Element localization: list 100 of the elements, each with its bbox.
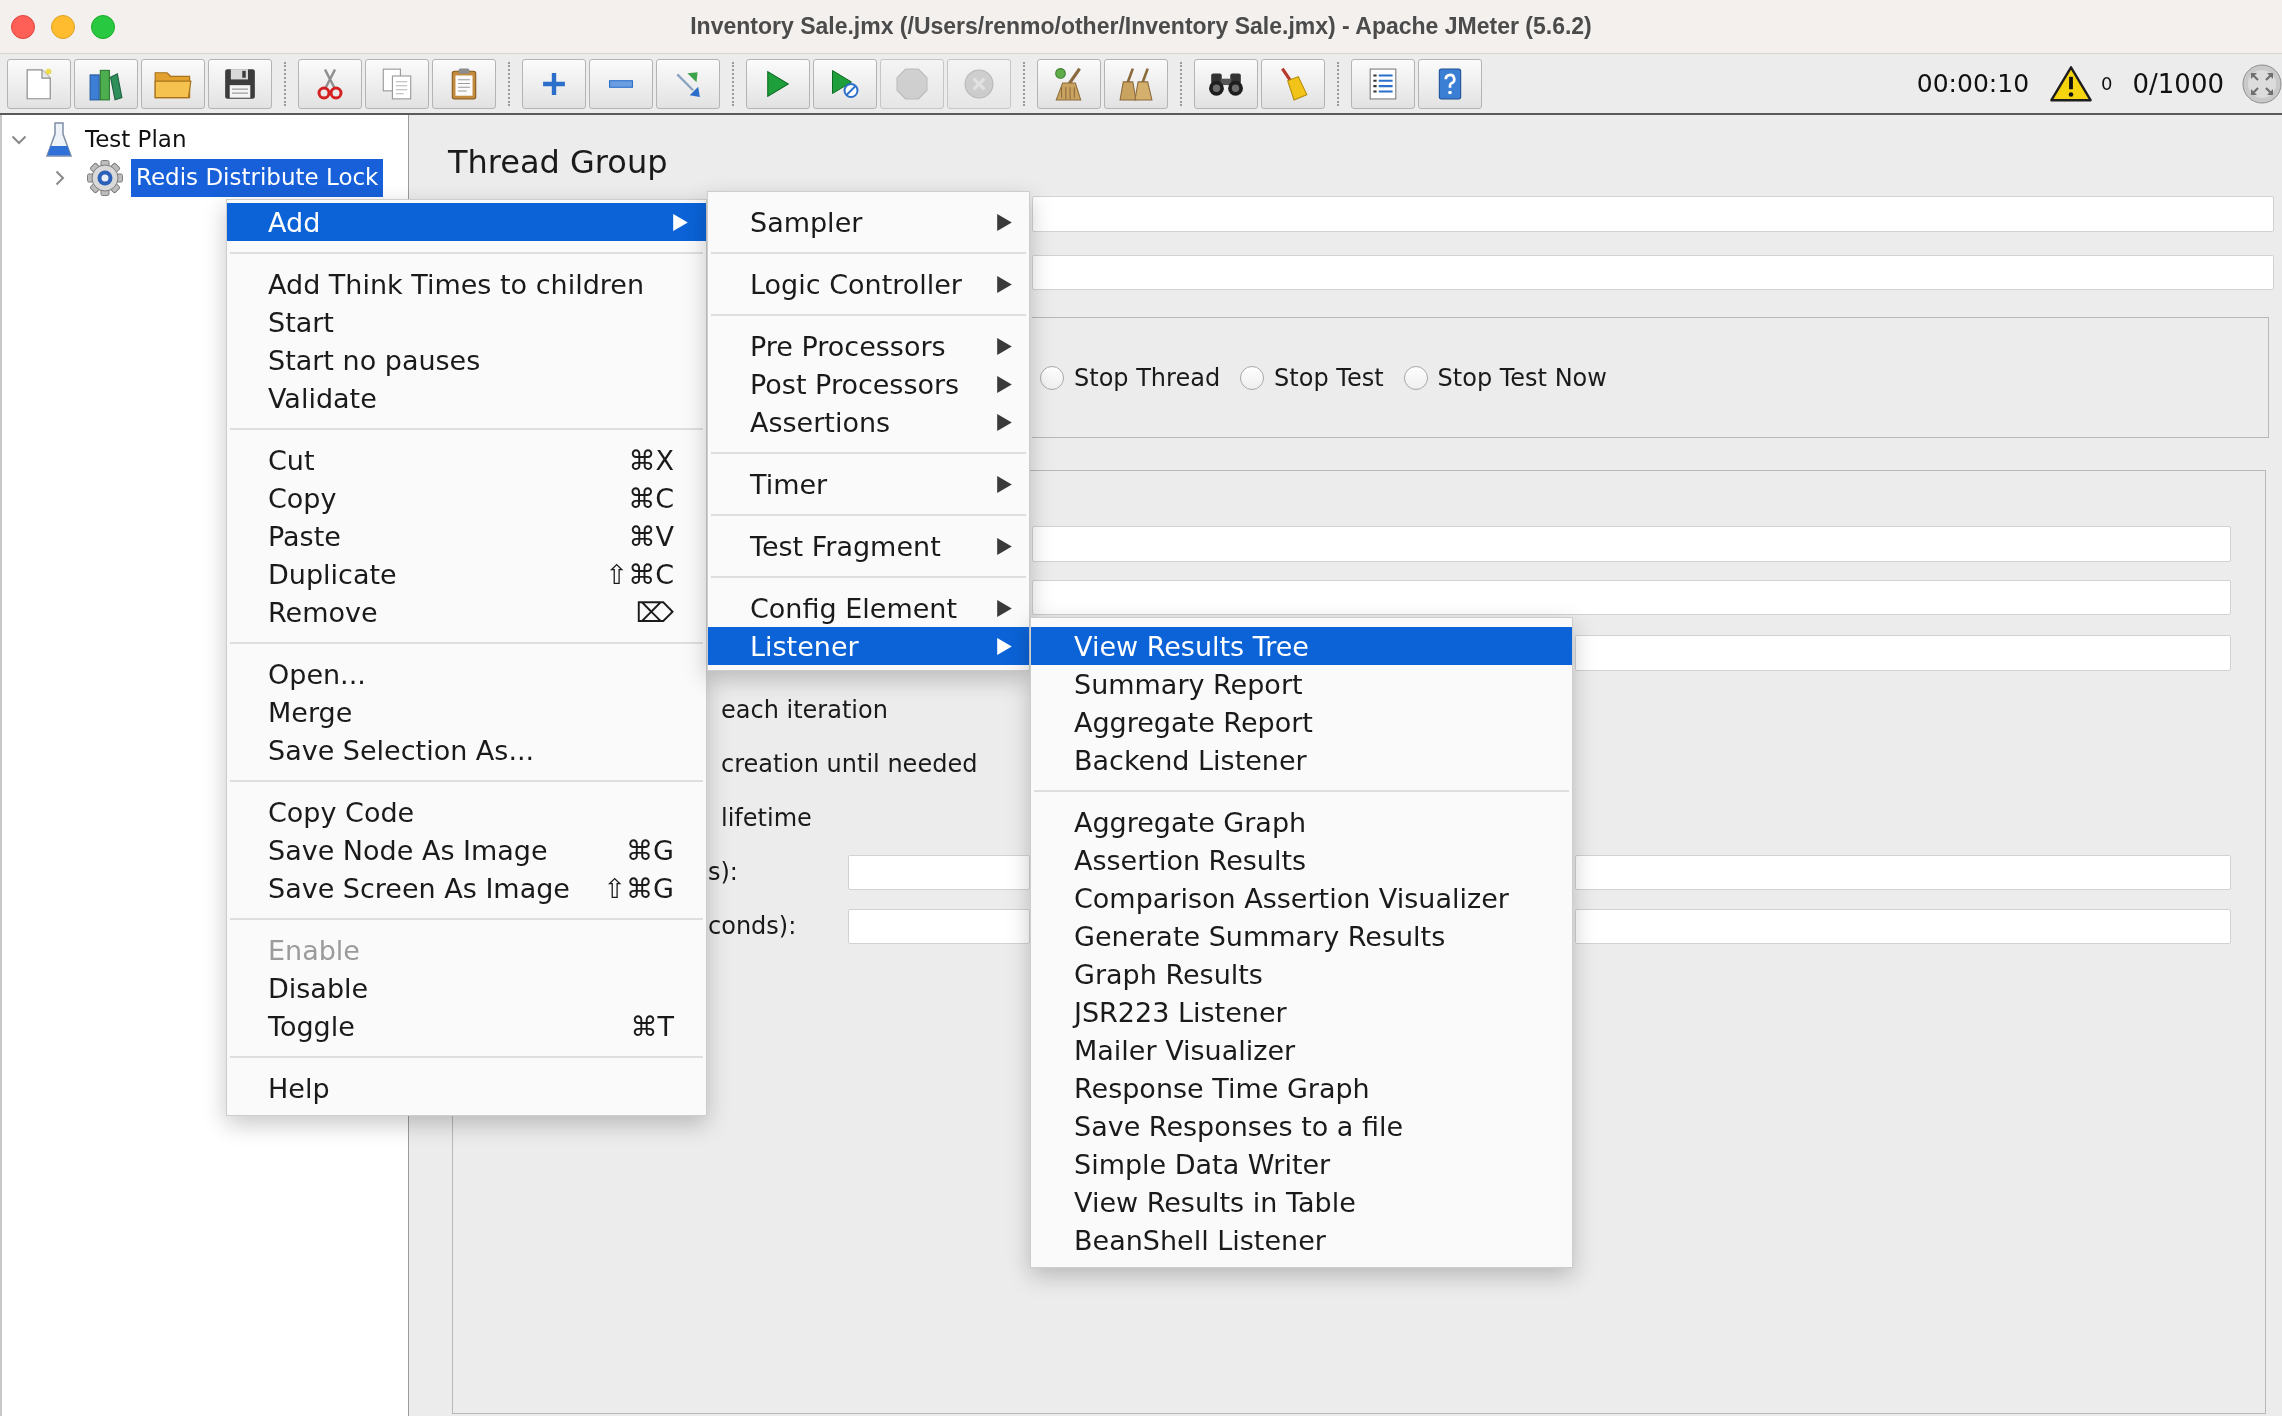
- menu-item[interactable]: Aggregate Report: [1031, 703, 1572, 741]
- shortcut-label: ⌘X: [628, 444, 674, 476]
- broom-icon: [1054, 66, 1084, 101]
- copy-button[interactable]: [365, 58, 429, 109]
- menu-item[interactable]: Listener: [708, 627, 1029, 665]
- menu-item[interactable]: Simple Data Writer: [1031, 1145, 1572, 1183]
- input-field[interactable]: [1575, 635, 2231, 671]
- expand-button[interactable]: [522, 58, 586, 109]
- templates-button[interactable]: [74, 58, 138, 109]
- menu-item[interactable]: Save Screen As Image ⇧⌘G: [227, 869, 706, 907]
- menu-item[interactable]: Duplicate ⇧⌘C: [227, 555, 706, 593]
- chevron-down-icon[interactable]: [11, 135, 27, 145]
- play-slash-icon: [831, 68, 859, 99]
- cut-button[interactable]: [298, 58, 362, 109]
- menu-item[interactable]: Assertion Results: [1031, 841, 1572, 879]
- option-label: each iteration: [721, 696, 888, 724]
- circle-arrows-icon[interactable]: [2242, 63, 2282, 104]
- shortcut-label: ⌦: [635, 596, 674, 628]
- menu-item[interactable]: Open...: [227, 655, 706, 693]
- input-field[interactable]: [1032, 196, 2274, 232]
- search-button[interactable]: [1194, 58, 1258, 109]
- clear-all-button[interactable]: [1104, 58, 1168, 109]
- paste-button[interactable]: [432, 58, 496, 109]
- menu-item[interactable]: Start: [227, 303, 706, 341]
- radio-button[interactable]: [1240, 365, 1265, 390]
- close-button[interactable]: [11, 14, 35, 39]
- chevron-right-icon[interactable]: [55, 170, 65, 186]
- menu-item[interactable]: Comparison Assertion Visualizer: [1031, 879, 1572, 917]
- window-title: Inventory Sale.jmx (/Users/renmo/other/Inventory Sale.jmx) - Apache JMeter (5.6.2): [690, 13, 1592, 40]
- menu-item[interactable]: JSR223 Listener: [1031, 993, 1572, 1031]
- clear-button[interactable]: [1037, 58, 1101, 109]
- menu-item[interactable]: Sampler: [708, 203, 1029, 241]
- menu-item[interactable]: Aggregate Graph: [1031, 803, 1572, 841]
- menu-item[interactable]: Timer: [708, 465, 1029, 503]
- minimize-button[interactable]: [51, 14, 75, 39]
- tree-item[interactable]: Redis Distribute Lock: [131, 159, 384, 197]
- new-button[interactable]: [7, 58, 71, 109]
- menu-item[interactable]: Add: [227, 203, 706, 241]
- menu-item[interactable]: Summary Report: [1031, 665, 1572, 703]
- help-button[interactable]: [1418, 58, 1482, 109]
- option-label: lifetime: [721, 804, 812, 832]
- page-icon: [26, 67, 52, 100]
- shortcut-label: ⌘T: [630, 1010, 674, 1042]
- start-no-pauses-button[interactable]: [813, 58, 877, 109]
- menu-item[interactable]: Save Selection As...: [227, 731, 706, 769]
- radio-label[interactable]: Stop Test: [1274, 363, 1384, 392]
- shortcut-label: ⌘V: [628, 520, 674, 552]
- play-icon: [766, 69, 790, 98]
- brooms-icon: [1119, 66, 1153, 101]
- menu-item[interactable]: Remove ⌦: [227, 593, 706, 631]
- option-label: creation until needed: [721, 750, 978, 778]
- input-field[interactable]: [1575, 854, 2231, 890]
- menu-item[interactable]: Mailer Visualizer: [1031, 1031, 1572, 1069]
- zoom-button[interactable]: [91, 14, 115, 39]
- save-button[interactable]: [208, 58, 272, 109]
- menu-item[interactable]: Generate Summary Results: [1031, 917, 1572, 955]
- input-field[interactable]: [1032, 580, 2231, 615]
- menu-item[interactable]: Save Responses to a file: [1031, 1107, 1572, 1145]
- menu-item[interactable]: Pre Processors: [708, 327, 1029, 365]
- menu-item[interactable]: Cut ⌘X: [227, 441, 706, 479]
- input-field[interactable]: [848, 854, 1030, 890]
- menu-item[interactable]: Response Time Graph: [1031, 1069, 1572, 1107]
- menu-item[interactable]: Toggle ⌘T: [227, 1007, 706, 1045]
- menu-item[interactable]: View Results in Table: [1031, 1183, 1572, 1221]
- radio-button[interactable]: [1403, 365, 1428, 390]
- menu-item[interactable]: Copy Code: [227, 793, 706, 831]
- menu-item[interactable]: Copy ⌘C: [227, 479, 706, 517]
- function-helper-button[interactable]: [1351, 58, 1415, 109]
- menu-item[interactable]: Backend Listener: [1031, 741, 1572, 779]
- menu-item[interactable]: Logic Controller: [708, 265, 1029, 303]
- input-field[interactable]: [1575, 908, 2231, 944]
- menu-item[interactable]: Start no pauses: [227, 341, 706, 379]
- menu-item[interactable]: Post Processors: [708, 365, 1029, 403]
- collapse-button[interactable]: [589, 58, 653, 109]
- broom-icon: [1278, 66, 1308, 101]
- menu-item[interactable]: BeanShell Listener: [1031, 1221, 1572, 1259]
- input-field[interactable]: [848, 908, 1030, 944]
- menu-item[interactable]: View Results Tree: [1031, 627, 1572, 665]
- input-field[interactable]: [1032, 526, 2231, 562]
- menu-item[interactable]: Graph Results: [1031, 955, 1572, 993]
- menu-item[interactable]: Save Node As Image ⌘G: [227, 831, 706, 869]
- menu-item[interactable]: Assertions: [708, 403, 1029, 441]
- menu-item[interactable]: Merge: [227, 693, 706, 731]
- menu-item[interactable]: Disable: [227, 969, 706, 1007]
- menu-item[interactable]: Validate: [227, 379, 706, 417]
- input-field[interactable]: [1032, 255, 2274, 290]
- menu-item[interactable]: Paste ⌘V: [227, 517, 706, 555]
- radio-label[interactable]: Stop Thread: [1074, 363, 1221, 392]
- menu-item[interactable]: Test Fragment: [708, 527, 1029, 565]
- pages-icon: [382, 67, 412, 100]
- binoculars-icon: [1208, 70, 1244, 97]
- radio-button[interactable]: [1040, 365, 1064, 390]
- menu-item[interactable]: Config Element: [708, 589, 1029, 627]
- open-button[interactable]: [141, 58, 205, 109]
- start-button[interactable]: [746, 58, 810, 109]
- toggle-button[interactable]: [656, 58, 720, 109]
- radio-label[interactable]: Stop Test Now: [1437, 363, 1607, 392]
- menu-item[interactable]: Help: [227, 1069, 706, 1107]
- tree-item[interactable]: Test Plan: [80, 121, 192, 159]
- menu-item[interactable]: Add Think Times to children: [227, 265, 706, 303]
